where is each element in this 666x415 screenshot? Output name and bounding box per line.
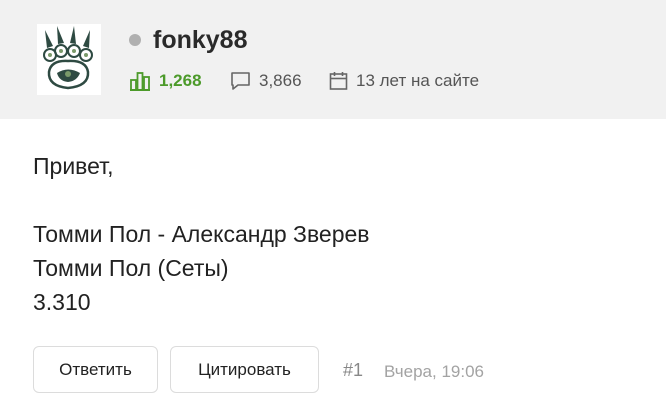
reply-button[interactable]: Ответить [33,346,158,393]
comments-count: 3,866 [259,71,302,90]
quote-button[interactable]: Цитировать [170,346,319,393]
bar-chart-icon [130,72,150,91]
user-comments[interactable]: 3,866 [230,68,302,94]
forum-post: fonky88 1,268 3,866 13 лет на сайте Прив… [0,0,666,415]
post-timestamp: Вчера, 19:06 [384,362,484,381]
post-line: Привет, [33,153,114,179]
member-since: 13 лет на сайте [329,68,479,94]
post-line: 3.310 [33,289,91,315]
post-content: Привет, Томми Пол - Александр Зверев Том… [33,149,633,319]
post-line: Томми Пол (Сеты) [33,255,229,281]
bear-paw-logo [37,24,101,95]
post-number[interactable]: #1 [343,358,363,382]
post-line [33,183,633,217]
post-line: Томми Пол - Александр Зверев [33,221,370,247]
avatar[interactable] [37,24,101,95]
calendar-icon [329,72,348,90]
speech-bubble-icon [231,72,250,90]
user-rating[interactable]: 1,268 [129,68,202,94]
rating-value: 1,268 [159,71,202,90]
username[interactable]: fonky88 [153,25,247,55]
member-since-label: 13 лет на сайте [356,71,480,90]
status-indicator [129,34,141,46]
post-header: fonky88 1,268 3,866 13 лет на сайте [0,0,666,119]
